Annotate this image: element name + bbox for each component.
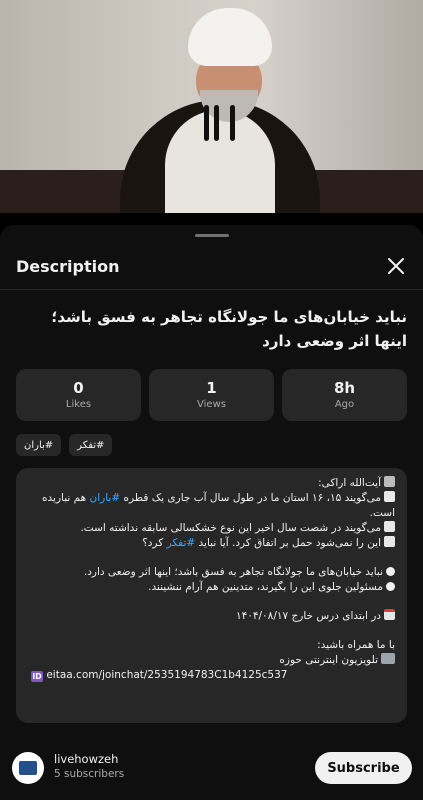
calendar-icon (384, 609, 395, 620)
description-text: کرد؟ (142, 537, 167, 549)
video-speaker-gown (165, 110, 275, 213)
views-count: 1 (206, 379, 217, 397)
views-stat: 1 Views (149, 369, 274, 421)
channel-logo (19, 761, 37, 775)
hashtag-link[interactable]: #باران (90, 492, 121, 504)
likes-count: 0 (73, 379, 84, 397)
white-circle-icon (386, 582, 395, 591)
views-label: Views (197, 399, 226, 410)
divider (0, 289, 423, 290)
microphone-icon (204, 105, 209, 141)
description-text: این را نمی‌شود حمل بر اتفاق کرد. آیا نبا… (195, 537, 381, 549)
subscriber-count: 5 subscribers (54, 768, 125, 780)
description-text: می‌گویند ۱۵، ۱۶ استان ما در طول سال آب ج… (120, 492, 381, 504)
description-body: آیت‌الله اراکی: می‌گویند ۱۵، ۱۶ استان ما… (16, 468, 407, 723)
drag-handle[interactable] (195, 234, 229, 237)
microphone-icon (214, 105, 219, 141)
channel-row[interactable]: livehowzeh 5 subscribers Subscribe (12, 750, 412, 790)
likes-stat: 0 Likes (16, 369, 141, 421)
hashtag-chip[interactable]: #تفکر (69, 434, 113, 456)
sheet-title: Description (16, 257, 120, 276)
age-stat: 8h Ago (282, 369, 407, 421)
video-bottom-bar (0, 213, 423, 225)
description-date: در ابتدای درس خارج ۱۴۰۴/۰۸/۱۷ (235, 610, 381, 622)
microphone-icon (230, 105, 235, 141)
white-square-icon (384, 536, 395, 547)
age-value: 8h (333, 379, 356, 397)
join-link[interactable]: eitaa.com/joinchat/2535194783C1b4125c537 (46, 669, 287, 681)
hashtag-row: #باران #تفکر (16, 434, 113, 456)
hashtag-chip[interactable]: #باران (16, 434, 62, 456)
close-button[interactable] (385, 255, 407, 277)
channel-name[interactable]: livehowzeh (54, 752, 118, 766)
avatar[interactable] (12, 752, 44, 784)
white-circle-icon (386, 567, 395, 576)
white-square-icon (384, 521, 395, 532)
video-title: نباید خیابان‌های ما جولانگاه تجاهر به فس… (51, 308, 407, 350)
subscribe-button[interactable]: Subscribe (315, 752, 412, 784)
tv-icon (381, 653, 395, 664)
hashtag-link[interactable]: #تفکر (167, 537, 196, 549)
clapperboard-icon (384, 476, 395, 487)
close-icon (388, 258, 404, 274)
description-text: مسئولین جلوی این را بگیرند، متدینین هم آ… (148, 581, 383, 593)
white-square-icon (384, 491, 395, 502)
video-player[interactable] (0, 0, 423, 213)
age-label: Ago (334, 399, 355, 410)
likes-label: Likes (65, 399, 92, 410)
id-icon: ID (31, 671, 43, 682)
description-text: می‌گویند در شصت سال اخیر این نوع خشکسالی… (80, 522, 381, 534)
description-text: نباید خیابان‌های ما جولانگاه تجاهر به فس… (83, 566, 383, 578)
description-sheet: Description نباید خیابان‌های ما جولانگاه… (0, 225, 423, 800)
description-text: با ما همراه باشید: (317, 639, 395, 651)
description-text: تلویزیون اینترنتی حوزه (279, 654, 378, 666)
stats-row: 0 Likes 1 Views 8h Ago (16, 369, 407, 421)
description-author: آیت‌الله اراکی: (318, 477, 381, 489)
